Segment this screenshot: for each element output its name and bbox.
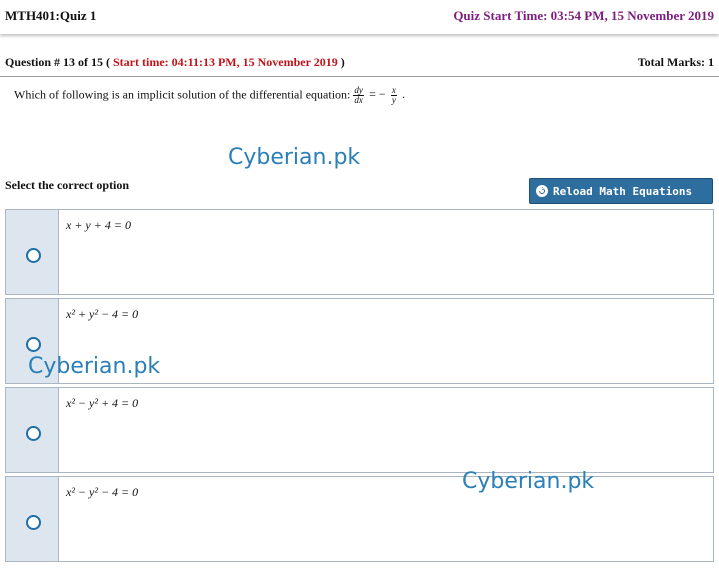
question-start-time: Start time: 04:11:13 PM, 15 November 201… [113,55,338,69]
watermark: Cyberian.pk [28,354,161,379]
option-text: x² − y² − 4 = 0 [66,485,139,499]
question-bar: Question # 13 of 15 ( Start time: 04:11:… [0,49,719,77]
option-text: x² + y² − 4 = 0 [66,307,139,321]
total-marks: Total Marks: 1 [637,55,714,69]
reload-icon [536,185,548,197]
question-text: Which of following is an implicit soluti… [14,86,408,105]
option-4[interactable]: x² − y² − 4 = 0 [5,476,714,562]
question-equation: dy dx = − xy . [353,85,406,105]
quiz-header: MTH401:Quiz 1 Quiz Start Time: 03:54 PM,… [0,0,719,34]
reload-math-button[interactable]: Reload Math Equations [529,178,713,204]
option-text: x + y + 4 = 0 [66,218,131,232]
option-radio[interactable] [26,248,41,263]
option-radio[interactable] [26,337,41,352]
quiz-start-time: Quiz Start Time: 03:54 PM, 15 November 2… [453,8,714,23]
select-option-label: Select the correct option [5,178,130,192]
option-radio[interactable] [26,515,41,530]
option-text: x² − y² + 4 = 0 [66,396,139,410]
option-1[interactable]: x + y + 4 = 0 [5,209,714,295]
question-number: Question # 13 of 15 ( Start time: 04:11:… [5,55,345,69]
course-title: MTH401:Quiz 1 [5,8,97,23]
option-radio[interactable] [26,426,41,441]
watermark: Cyberian.pk [228,145,361,170]
reload-button-label: Reload Math Equations [553,184,693,198]
watermark: Cyberian.pk [462,469,595,494]
option-3[interactable]: x² − y² + 4 = 0 [5,387,714,473]
